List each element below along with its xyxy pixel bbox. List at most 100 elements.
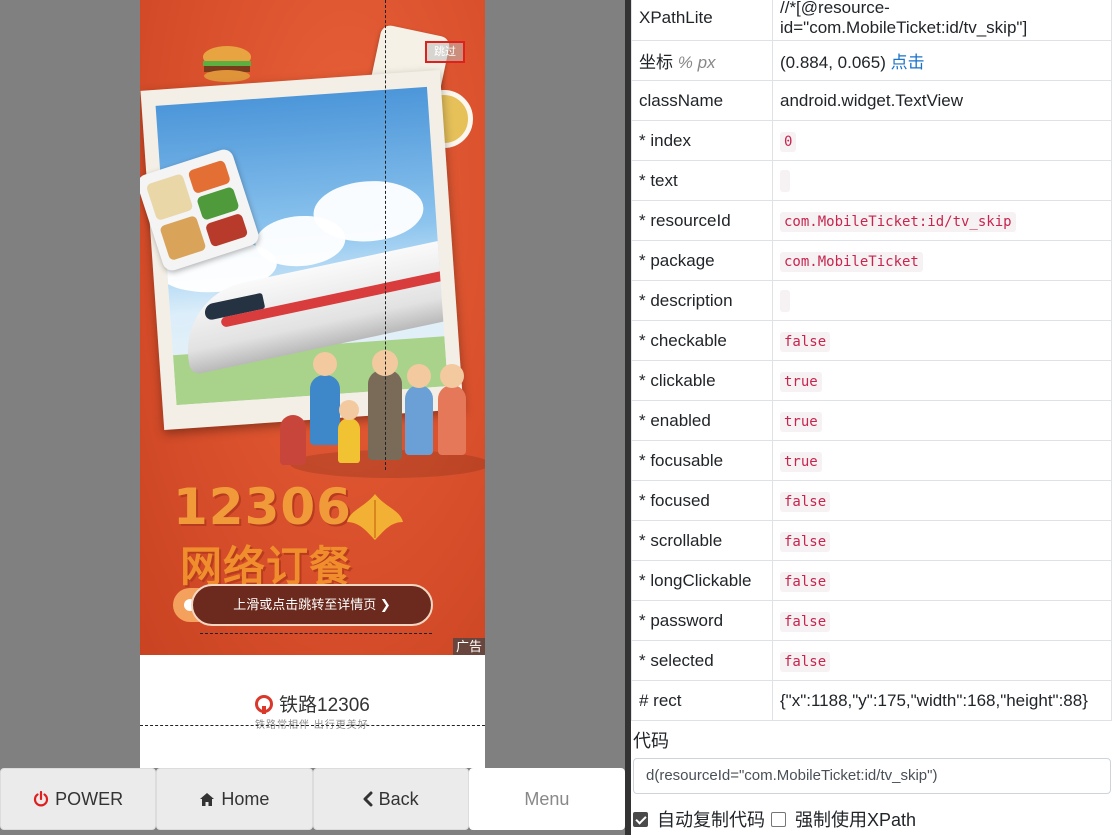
prop-key: * scrollable: [631, 520, 773, 561]
suitcase-illustration: [280, 415, 306, 465]
prop-value: true: [772, 400, 1112, 441]
prop-value-code: false: [780, 531, 831, 552]
xpath-line1: //*[@resource-: [780, 0, 890, 17]
prop-value-code: false: [780, 491, 831, 512]
splash-ad[interactable]: 12306 网络订餐 期待 上滑或点击跳转至详情页 ❯ 广告 跳过: [140, 0, 485, 655]
prop-value-code: false: [780, 571, 831, 592]
table-row: * text: [631, 160, 1112, 201]
table-row: * focused false: [631, 480, 1112, 521]
power-button[interactable]: POWER: [0, 768, 157, 830]
prop-value-code: false: [780, 651, 831, 672]
device-screen[interactable]: 12306 网络订餐 期待 上滑或点击跳转至详情页 ❯ 广告 跳过 铁路1230…: [140, 0, 485, 768]
burger-illustration: [203, 46, 251, 82]
code-field[interactable]: d(resourceId="com.MobileTicket:id/tv_ski…: [633, 758, 1111, 794]
home-icon: [200, 792, 215, 806]
brand-slogan: 铁路常相伴 出行更美好: [255, 720, 369, 731]
prop-value: [772, 160, 1112, 201]
prop-value-code: 0: [780, 131, 797, 152]
prop-value-code: com.MobileTicket: [780, 251, 923, 272]
coord-click-link[interactable]: 点击: [891, 53, 925, 72]
table-row: # rect {"x":1188,"y":175,"width":168,"hei…: [631, 680, 1112, 721]
table-row: 坐标 % px (0.884, 0.065) 点击: [631, 40, 1112, 81]
prop-value: [772, 280, 1112, 321]
code-section-title: 代码: [633, 731, 669, 751]
force-xpath-checkbox[interactable]: [771, 811, 786, 827]
prop-value-code: true: [780, 411, 822, 432]
brand-row: 铁路12306: [255, 690, 370, 717]
selection-guide-line: [200, 633, 432, 634]
prop-key: * description: [631, 280, 773, 321]
prop-key: XPathLite: [631, 0, 773, 41]
prop-key: # rect: [631, 680, 773, 721]
skip-button[interactable]: 跳过: [425, 41, 465, 63]
prop-value: false: [772, 640, 1112, 681]
prop-key: 坐标 % px: [631, 40, 773, 81]
prop-value: android.widget.TextView: [772, 80, 1112, 121]
prop-key: * package: [631, 240, 773, 281]
prop-value: true: [772, 440, 1112, 481]
table-row: * description: [631, 280, 1112, 321]
auto-copy-checkbox[interactable]: [633, 811, 648, 827]
menu-button[interactable]: Menu: [468, 768, 625, 830]
table-row: * longClickable false: [631, 560, 1112, 601]
prop-key: * focusable: [631, 440, 773, 481]
person-illustration: [310, 375, 340, 445]
device-mirror-panel: 12306 网络订餐 期待 上滑或点击跳转至详情页 ❯ 广告 跳过 铁路1230…: [0, 0, 625, 835]
person-illustration: [338, 418, 360, 463]
person-illustration: [438, 385, 466, 455]
prop-key: * clickable: [631, 360, 773, 401]
power-label: POWER: [55, 788, 124, 809]
properties-table: XPathLite //*[@resource- id="com.MobileT…: [631, 0, 1112, 721]
prop-key: * index: [631, 120, 773, 161]
prop-value: 0: [772, 120, 1112, 161]
prop-value-code: com.MobileTicket:id/tv_skip: [780, 211, 1016, 232]
prop-value-code: false: [780, 611, 831, 632]
table-row: * index 0: [631, 120, 1112, 161]
head: [313, 352, 337, 376]
coord-unit: % px: [677, 53, 716, 72]
leaf-icon: [347, 494, 403, 540]
prop-key: * checkable: [631, 320, 773, 361]
coord-key: 坐标: [639, 53, 673, 72]
prop-value: false: [772, 520, 1112, 561]
prop-value: false: [772, 480, 1112, 521]
head: [339, 400, 359, 420]
table-row: * password false: [631, 600, 1112, 641]
ad-title-line1: 12306: [173, 478, 352, 536]
selection-guide-line: [140, 725, 485, 726]
prop-key: * selected: [631, 640, 773, 681]
prop-key: * password: [631, 600, 773, 641]
coord-value: (0.884, 0.065): [780, 53, 886, 72]
prop-value: {"x":1188,"y":175,"width":168,"height":8…: [772, 680, 1112, 721]
table-row: * selected false: [631, 640, 1112, 681]
prop-value: false: [772, 320, 1112, 361]
brand-footer: 铁路12306 铁路常相伴 出行更美好: [140, 655, 485, 768]
table-row: * checkable false: [631, 320, 1112, 361]
prop-value: false: [772, 560, 1112, 601]
home-button[interactable]: Home: [156, 768, 313, 830]
prop-value-code: false: [780, 331, 831, 352]
table-row: className android.widget.TextView: [631, 80, 1112, 121]
prop-key: className: [631, 80, 773, 121]
power-icon: [34, 791, 49, 807]
head: [440, 364, 464, 388]
prop-value: com.MobileTicket:id/tv_skip: [772, 200, 1112, 241]
xpath-line2: id="com.MobileTicket:id/tv_skip"]: [780, 17, 1028, 37]
menu-label: Menu: [524, 788, 570, 809]
back-button[interactable]: Back: [312, 768, 469, 830]
prop-key: * resourceId: [631, 200, 773, 241]
selection-guide-line: [385, 0, 386, 470]
table-row: * focusable true: [631, 440, 1112, 481]
railway-logo-icon: [255, 694, 273, 714]
options-row: 自动复制代码 强制使用XPath: [633, 806, 916, 832]
properties-panel: XPathLite //*[@resource- id="com.MobileT…: [631, 0, 1114, 835]
force-xpath-label[interactable]: 强制使用XPath: [795, 806, 916, 832]
table-row: * package com.MobileTicket: [631, 240, 1112, 281]
auto-copy-label[interactable]: 自动复制代码: [657, 806, 765, 832]
table-row: XPathLite //*[@resource- id="com.MobileT…: [631, 0, 1112, 41]
prop-value-code: true: [780, 371, 822, 392]
detail-jump-button[interactable]: 上滑或点击跳转至详情页 ❯: [191, 584, 433, 626]
prop-value: (0.884, 0.065) 点击: [772, 40, 1112, 81]
person-illustration: [405, 385, 433, 455]
prop-key: * focused: [631, 480, 773, 521]
